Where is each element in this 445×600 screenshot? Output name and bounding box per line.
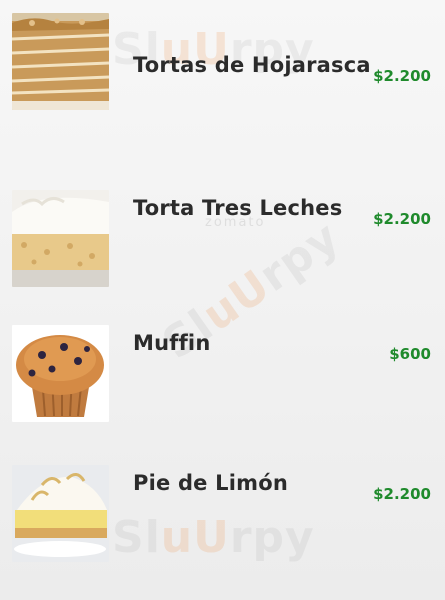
item-name: Muffin <box>133 331 211 355</box>
item-name: Tortas de Hojarasca <box>133 53 371 77</box>
item-price: $600 <box>389 345 431 363</box>
menu-item-tortas-de-hojarasca[interactable]: Tortas de Hojarasca $2.200 <box>0 13 445 113</box>
menu-item-muffin[interactable]: Muffin $600 <box>0 325 445 425</box>
lemon-pie-slice-icon <box>12 465 109 562</box>
item-price: $2.200 <box>373 67 431 85</box>
layered-cake-slice-icon <box>12 13 109 110</box>
item-price: $2.200 <box>373 485 431 503</box>
item-name: Torta Tres Leches <box>133 196 343 220</box>
item-name: Pie de Limón <box>133 471 288 495</box>
tres-leches-slice-icon <box>12 190 109 287</box>
item-price: $2.200 <box>373 210 431 228</box>
menu-item-pie-de-limon[interactable]: Pie de Limón $2.200 <box>0 465 445 565</box>
menu-list: SluUrpy SluUrpy SluUrpy zomato Tortas de <box>0 0 445 600</box>
blueberry-muffin-icon <box>12 325 109 422</box>
menu-item-torta-tres-leches[interactable]: Torta Tres Leches $2.200 <box>0 190 445 290</box>
